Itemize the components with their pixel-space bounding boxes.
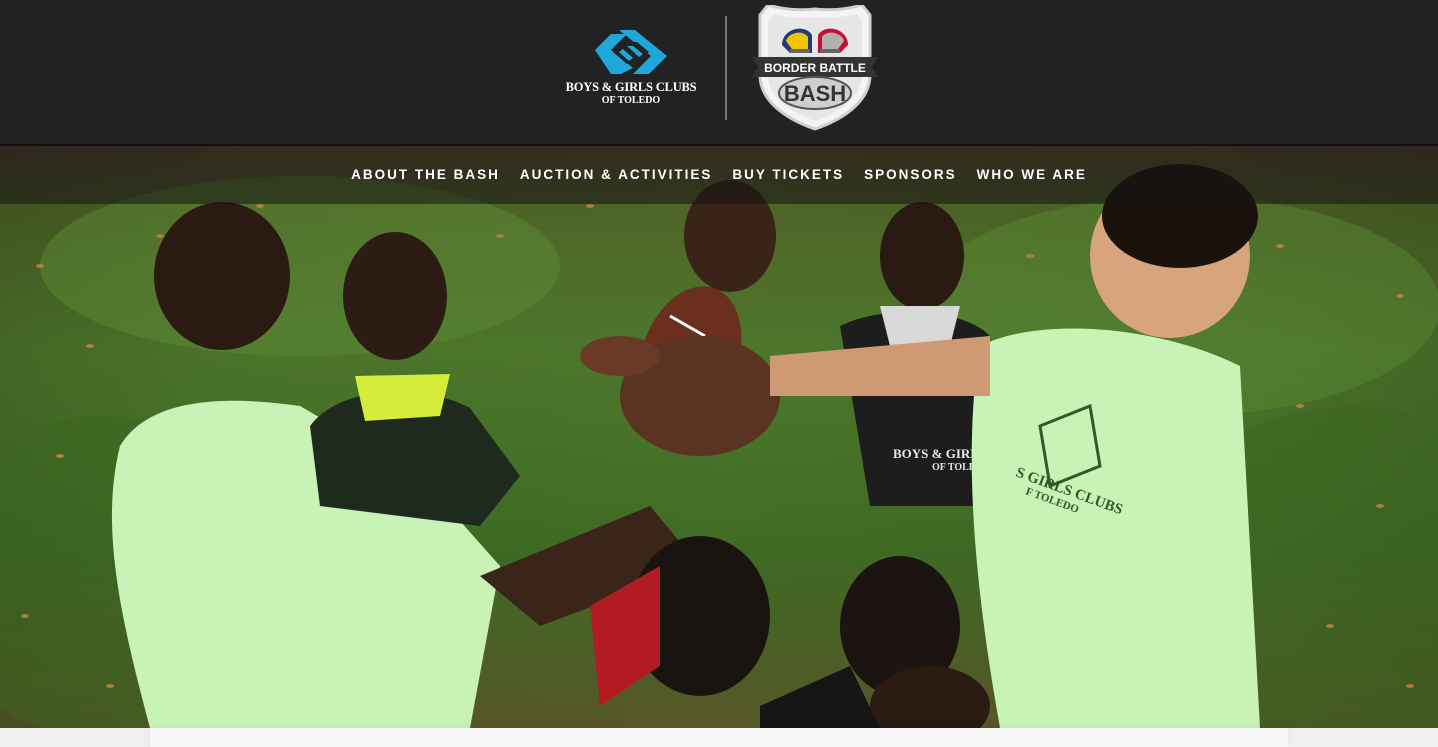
nav-buy-tickets[interactable]: BUY TICKETS xyxy=(732,146,844,204)
bgc-logo-line2: OF TOLEDO xyxy=(601,95,661,106)
nav-who-we-are[interactable]: WHO WE ARE xyxy=(977,146,1087,204)
bash-logo-line2: BASH xyxy=(784,81,846,106)
content-card-top xyxy=(150,728,1288,747)
main-nav: ABOUT THE BASH AUCTION & ACTIVITIES BUY … xyxy=(0,146,1438,204)
nav-auction-activities[interactable]: AUCTION & ACTIVITIES xyxy=(520,146,713,204)
site-header: BOYS & GIRLS CLUBS OF TOLEDO BORDER BATT… xyxy=(0,0,1438,146)
hero-photo-illustration: BOYS & GIRLS CLUBS OF TOLEDO S GIRLS CLU… xyxy=(0,164,1438,728)
border-battle-bash-logo-link[interactable]: BORDER BATTLE BASH xyxy=(752,3,878,131)
bgc-hands-icon xyxy=(595,30,667,74)
bgc-logo-link[interactable]: BOYS & GIRLS CLUBS OF TOLEDO xyxy=(560,26,702,110)
nav-about-the-bash[interactable]: ABOUT THE BASH xyxy=(351,146,500,204)
football-helmets-shield-icon: BORDER BATTLE BASH xyxy=(752,3,878,131)
logo-divider xyxy=(725,16,727,120)
bash-logo-line1: BORDER BATTLE xyxy=(764,61,866,75)
bgc-logo-line1: BOYS & GIRLS CLUBS xyxy=(565,80,697,94)
hero-image: BOYS & GIRLS CLUBS OF TOLEDO S GIRLS CLU… xyxy=(0,146,1438,728)
nav-sponsors[interactable]: SPONSORS xyxy=(864,146,957,204)
